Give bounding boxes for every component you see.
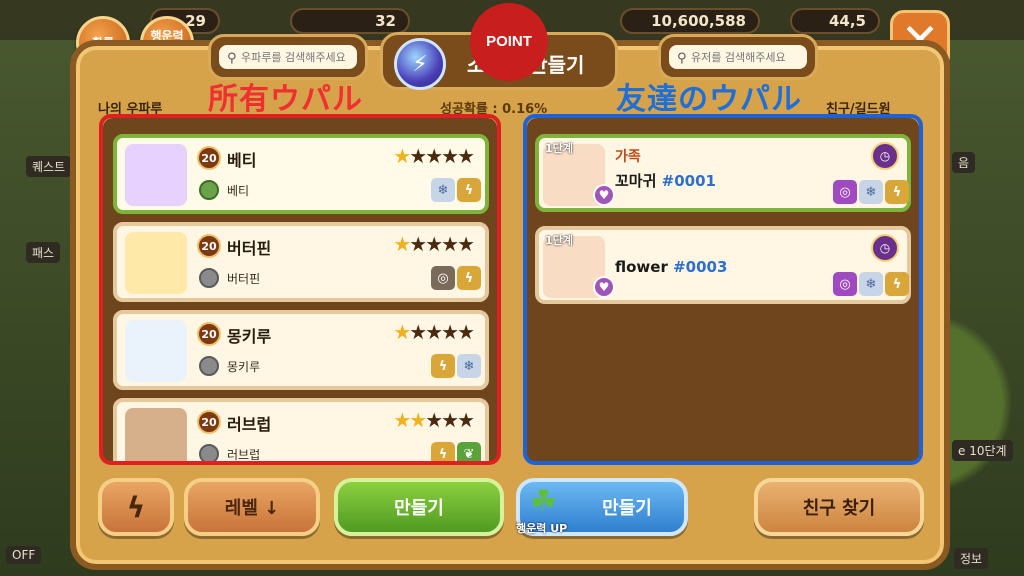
star-rating: ★★★★★ <box>393 232 475 256</box>
search-icon: ⚲ <box>227 51 237 66</box>
upal-name: 러브럽 <box>227 415 272 434</box>
upal-name: 버터핀 <box>227 239 272 258</box>
my-upal-list[interactable]: 20 베티 베티 ★★★★★ ❄ ϟ 20 버터핀 버터핀 ★★★★★ ◎ ϟ … <box>103 118 497 464</box>
thunder-icon: ϟ <box>431 442 455 464</box>
make-button[interactable]: 만들기 <box>334 478 504 536</box>
make-luck-label: 만들기 <box>602 498 652 519</box>
upal-name: 몽키루 <box>227 327 272 346</box>
leaf-icon: ❦ <box>457 442 481 464</box>
ice-icon: ❄ <box>859 272 883 296</box>
side-quest[interactable]: 퀘스트 <box>26 156 72 177</box>
friend-header: 친구/길드원 <box>826 102 891 117</box>
ice-icon: ❄ <box>859 180 883 204</box>
list-item[interactable]: 1단계 ♥ flower #0003 ◷ ◎ ❄ ϟ <box>535 226 911 304</box>
swirl-icon: ◎ <box>833 272 857 296</box>
star-rating: ★★★★★ <box>393 144 475 168</box>
upal-sub: 베티 <box>227 184 250 198</box>
upal-portrait <box>125 232 187 294</box>
list-item[interactable]: 20 러브럽 러브럽 ★★★★★ ϟ ❦ <box>113 398 489 464</box>
annotation-friend-upal: 友達のウパル <box>616 82 802 117</box>
level-sort-button[interactable]: 레벨 ↓ <box>184 478 320 536</box>
luck-up-label: 행운력 UP <box>516 522 568 535</box>
heart-icon: ♥ <box>593 276 615 298</box>
list-item[interactable]: 20 베티 베티 ★★★★★ ❄ ϟ <box>113 134 489 214</box>
heart-icon: ♥ <box>593 184 615 206</box>
clover-icon: ☘ <box>530 484 557 519</box>
annotation-my-upal: 所有ウパル <box>208 82 363 117</box>
search-upal-input[interactable] <box>219 45 357 69</box>
upal-portrait <box>125 320 187 382</box>
side-stage: e 10단계 <box>952 440 1013 461</box>
stage-label: 1단계 <box>545 142 573 155</box>
stage-label: 1단계 <box>545 234 573 247</box>
swirl-icon: ◎ <box>431 266 455 290</box>
medal-icon <box>199 268 219 288</box>
side-off[interactable]: OFF <box>6 546 42 564</box>
swirl-icon: ◎ <box>833 180 857 204</box>
thunder-icon: ϟ <box>457 266 481 290</box>
make-luck-button[interactable]: ☘ 만들기 행운력 UP <box>516 478 688 536</box>
upal-sub: 버터핀 <box>227 272 261 286</box>
level-badge: 20 <box>197 410 221 434</box>
ice-icon: ❄ <box>457 354 481 378</box>
thunder-icon: ϟ <box>126 490 146 524</box>
clan-name: 가족 <box>615 149 641 165</box>
star-rating: ★★★★★ <box>393 320 475 344</box>
summon-stone-icon: ⚡ <box>394 38 446 90</box>
upal-portrait <box>125 144 187 206</box>
thunder-icon: ϟ <box>431 354 455 378</box>
search-user-input[interactable] <box>669 45 807 69</box>
limited-icon: ◷ <box>871 234 899 262</box>
list-item[interactable]: 20 몽키루 몽키루 ★★★★★ ϟ ❄ <box>113 310 489 390</box>
friend-upal-list[interactable]: 1단계 ♥ 가족 꼬마귀 #0001 ◷ ◎ ❄ ϟ 1단계 ♥ flower … <box>527 118 919 464</box>
side-pass[interactable]: 패스 <box>26 242 61 263</box>
medal-icon <box>199 356 219 376</box>
level-badge: 20 <box>197 146 221 170</box>
list-item[interactable]: 1단계 ♥ 가족 꼬마귀 #0001 ◷ ◎ ❄ ϟ <box>535 134 911 212</box>
stat-other: 44,5 <box>790 8 880 34</box>
my-upal-header: 나의 우파루 <box>98 102 163 117</box>
friend-name: flower #0003 <box>615 258 728 276</box>
point-badge: POINT <box>470 3 548 81</box>
ice-icon: ❄ <box>431 178 455 202</box>
upal-name: 베티 <box>227 151 257 170</box>
stat-gold: 10,600,588 <box>620 8 760 34</box>
list-item[interactable]: 20 버터핀 버터핀 ★★★★★ ◎ ϟ <box>113 222 489 302</box>
upal-sub: 러브럽 <box>227 448 261 462</box>
find-friend-button[interactable]: 친구 찾기 <box>754 478 924 536</box>
upal-sub: 몽키루 <box>227 360 261 374</box>
medal-icon <box>199 444 219 464</box>
success-rate: 성공확률 : 0.16% <box>440 102 548 117</box>
medal-icon <box>199 180 219 200</box>
thunder-icon: ϟ <box>457 178 481 202</box>
side-uno[interactable]: 음 <box>952 152 976 173</box>
upal-portrait <box>125 408 187 464</box>
side-info[interactable]: 정보 <box>954 548 989 569</box>
level-badge: 20 <box>197 234 221 258</box>
stat-gems: 32 <box>290 8 410 34</box>
search-icon: ⚲ <box>677 51 687 66</box>
thunder-icon: ϟ <box>885 272 909 296</box>
limited-icon: ◷ <box>871 142 899 170</box>
star-rating: ★★★★★ <box>393 408 475 432</box>
thunder-icon: ϟ <box>885 180 909 204</box>
friend-name: 꼬마귀 #0001 <box>615 172 716 190</box>
level-badge: 20 <box>197 322 221 346</box>
element-filter-button[interactable]: ϟ <box>98 478 174 536</box>
